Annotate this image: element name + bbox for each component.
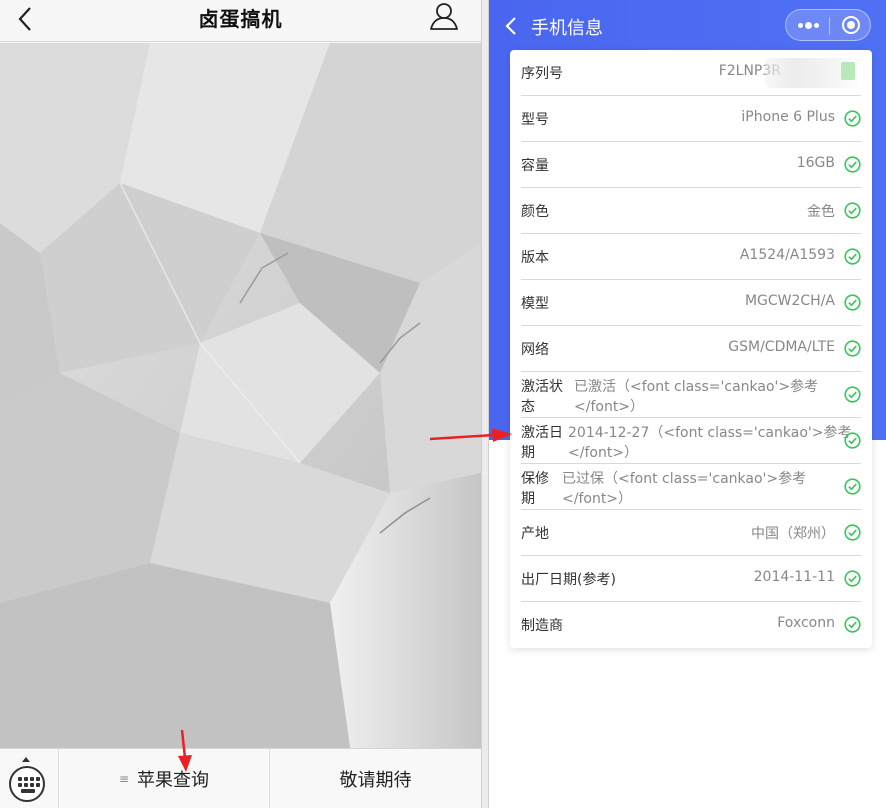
keyboard-toggle-button[interactable] xyxy=(0,749,59,808)
row-value: GSM/CDMA/LTE xyxy=(728,339,835,355)
check-circle-icon xyxy=(844,524,861,541)
left-phone-screen: 卤蛋搞机 ≡ 苹果查询 敬请期待 xyxy=(0,0,481,808)
info-row-serial: 序列号 F2LNP3R xyxy=(521,50,861,96)
info-row-model-number: 模型 MGCW2CH/A xyxy=(521,280,861,326)
row-value-line2: </font>） xyxy=(574,399,645,415)
check-circle-icon xyxy=(844,294,861,311)
row-value-line1: 已激活（<font class='cankao'>参考 xyxy=(574,379,819,395)
row-value-line1: 2014-12-27（<font class='cankao'>参考 xyxy=(568,425,852,441)
menu-item-apple-query[interactable]: ≡ 苹果查询 xyxy=(59,749,270,808)
info-row-warranty: 保修期 已过保（<font class='cankao'>参考 </font>） xyxy=(521,464,861,510)
row-label: 模型 xyxy=(521,296,549,312)
close-miniprogram-button[interactable] xyxy=(830,10,872,40)
redacted-check-blur xyxy=(841,62,855,80)
red-arrow-down-annotation xyxy=(178,729,192,772)
submenu-lines-icon: ≡ xyxy=(118,772,130,786)
check-circle-icon xyxy=(844,156,861,173)
check-circle-icon xyxy=(844,386,861,403)
row-value: Foxconn xyxy=(777,615,835,631)
row-label: 制造商 xyxy=(521,618,563,634)
row-label: 颜色 xyxy=(521,204,549,220)
keyboard-icon xyxy=(9,766,45,802)
row-label: 序列号 xyxy=(521,66,563,82)
check-circle-icon xyxy=(844,616,861,633)
left-nav-bar: 卤蛋搞机 xyxy=(0,0,481,42)
row-label: 激活日期 xyxy=(521,425,563,461)
page-title: 手机信息 xyxy=(531,18,603,39)
right-phone-screen: 手机信息 序列号 F2LNP3R 型号 iPhone 6 Plus 容量 16G… xyxy=(489,0,886,808)
row-value: 16GB xyxy=(796,155,835,171)
row-value: iPhone 6 Plus xyxy=(741,109,835,125)
row-label: 型号 xyxy=(521,112,549,128)
info-row-origin: 产地 中国（郑州） xyxy=(521,510,861,556)
info-row-model: 型号 iPhone 6 Plus xyxy=(521,96,861,142)
row-label: 版本 xyxy=(521,250,549,266)
paper-texture xyxy=(0,43,481,748)
more-icon xyxy=(798,23,803,28)
info-row-manufacturer: 制造商 Foxconn xyxy=(521,602,861,648)
row-label: 激活状态 xyxy=(521,379,563,415)
check-circle-icon xyxy=(844,110,861,127)
row-value: A1524/A1593 xyxy=(739,247,835,263)
row-value: 已过保（<font class='cankao'>参考 </font>） xyxy=(562,469,806,509)
row-value: 2014-12-27（<font class='cankao'>参考 </fon… xyxy=(568,423,851,463)
bottom-menu-bar: ≡ 苹果查询 敬请期待 xyxy=(0,748,481,808)
row-label: 网络 xyxy=(521,342,549,358)
more-icon-dot xyxy=(814,23,819,28)
row-value: 2014-11-11 xyxy=(753,569,835,585)
check-circle-icon xyxy=(844,202,861,219)
info-row-activation-status: 激活状态 已激活（<font class='cankao'>参考 </font>… xyxy=(521,372,861,418)
info-row-manufacture-date: 出厂日期(参考) 2014-11-11 xyxy=(521,556,861,602)
row-label: 保修期 xyxy=(521,471,549,507)
more-icon-center xyxy=(805,22,812,29)
check-circle-icon xyxy=(844,248,861,265)
check-circle-icon xyxy=(844,432,861,449)
page-title: 卤蛋搞机 xyxy=(198,7,283,31)
screenshot-divider xyxy=(481,0,489,808)
row-value-line2: </font>） xyxy=(562,491,633,507)
row-value: 已激活（<font class='cankao'>参考 </font>） xyxy=(574,377,818,417)
info-row-activation-date: 激活日期 2014-12-27（<font class='cankao'>参考 … xyxy=(521,418,861,464)
info-row-capacity: 容量 16GB xyxy=(521,142,861,188)
screenshot-composite: 卤蛋搞机 ≡ 苹果查询 敬请期待 手机信息 序列号 F2LNP3R 型号 iPh… xyxy=(0,0,886,808)
row-value-line1: 已过保（<font class='cankao'>参考 xyxy=(562,471,807,487)
row-value: MGCW2CH/A xyxy=(744,293,835,309)
row-label: 产地 xyxy=(521,526,549,542)
crumpled-paper-background-image xyxy=(0,43,481,748)
row-label: 出厂日期(参考) xyxy=(521,572,616,588)
row-value: 金色 xyxy=(807,204,835,220)
info-row-color: 颜色 金色 xyxy=(521,188,861,234)
miniprogram-capsule xyxy=(785,9,871,41)
more-button[interactable] xyxy=(786,10,829,40)
red-arrow-right-annotation xyxy=(429,428,512,442)
target-circle-dot xyxy=(847,21,855,29)
row-value-line2: </font>） xyxy=(568,445,639,461)
menu-item-coming-soon[interactable]: 敬请期待 xyxy=(270,749,481,808)
user-icon[interactable] xyxy=(428,2,460,32)
back-icon[interactable] xyxy=(501,12,521,40)
row-value: 中国（郑州） xyxy=(751,526,835,542)
caret-up-icon xyxy=(22,757,30,762)
menu-item-label: 敬请期待 xyxy=(339,770,412,791)
info-row-version: 版本 A1524/A1593 xyxy=(521,234,861,280)
check-circle-icon xyxy=(844,478,861,495)
info-row-network: 网络 GSM/CDMA/LTE xyxy=(521,326,861,372)
check-circle-icon xyxy=(844,570,861,587)
phone-info-card: 序列号 F2LNP3R 型号 iPhone 6 Plus 容量 16GB 颜色 … xyxy=(510,50,872,648)
row-label: 容量 xyxy=(521,158,549,174)
check-circle-icon xyxy=(844,340,861,357)
